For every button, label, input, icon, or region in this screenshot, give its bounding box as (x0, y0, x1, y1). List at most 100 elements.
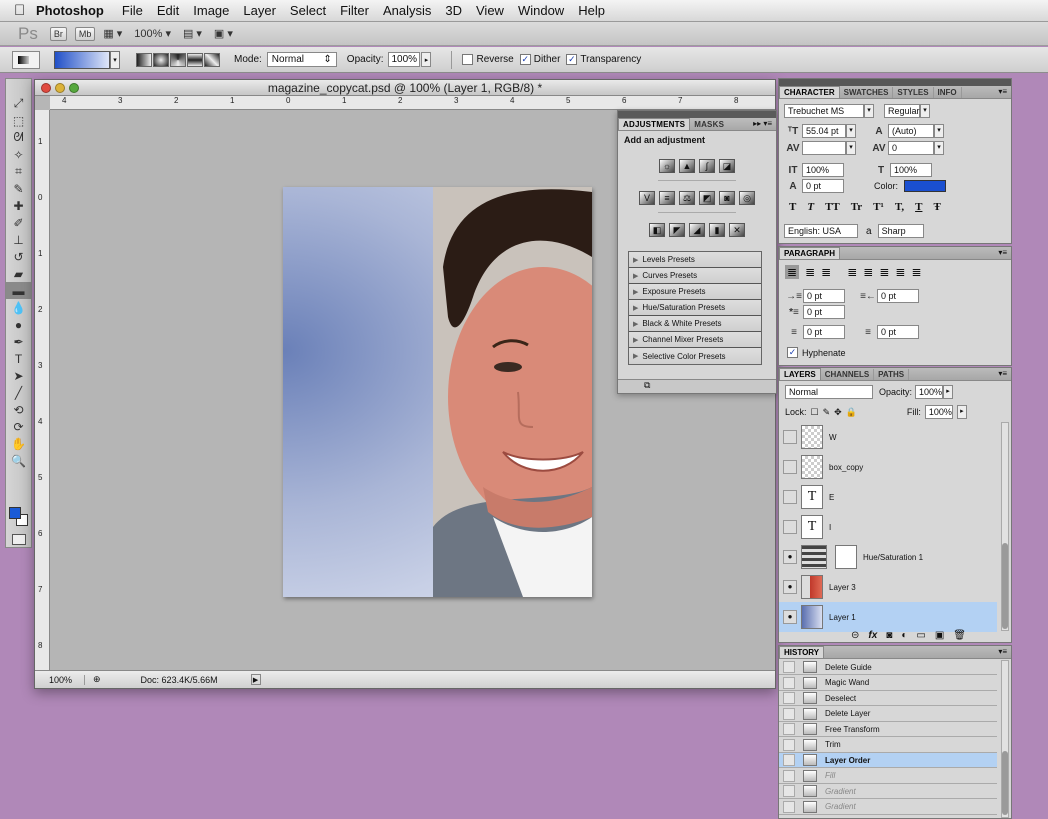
move-tool-icon[interactable]: ⤢ (6, 95, 31, 112)
fill-field[interactable]: 100% (924, 405, 953, 419)
tab-paths[interactable]: PATHS (874, 369, 910, 380)
panel-menu-icon[interactable]: ▸▸ ▾≡ (753, 119, 772, 128)
history-brush-source[interactable] (783, 676, 795, 689)
font-family-field[interactable]: Trebuchet MS (784, 104, 864, 118)
gradient-picker-dropdown[interactable]: ▾ (110, 50, 120, 69)
gradient-editor-swatch[interactable] (54, 50, 110, 69)
justify-last-right-button[interactable]: ≣ (879, 265, 889, 279)
channel-mixer-icon[interactable]: ◎ (739, 191, 755, 205)
menu-file[interactable]: File (122, 3, 143, 18)
text-color-swatch[interactable] (904, 180, 947, 192)
panel-menu-icon[interactable]: ▾≡ (998, 87, 1007, 96)
history-brush-source[interactable] (783, 800, 795, 813)
black-white-icon[interactable]: ◩ (699, 191, 715, 205)
visibility-toggle[interactable] (783, 490, 797, 504)
panel-menu-icon[interactable]: ▾≡ (998, 248, 1007, 257)
tab-character[interactable]: CHARACTER (779, 86, 840, 98)
history-brush-source[interactable] (783, 661, 795, 673)
panel-menu-icon[interactable]: ▾≡ (998, 369, 1007, 378)
tab-styles[interactable]: STYLES (893, 87, 934, 98)
font-size-dropdown[interactable]: ▾ (846, 124, 856, 138)
eraser-tool-icon[interactable]: ▰ (6, 265, 31, 282)
tracking-field[interactable]: 0 (888, 141, 934, 155)
font-size-field[interactable]: 55.04 pt (802, 124, 846, 138)
status-zoom[interactable]: 100% (49, 674, 85, 685)
history-scroll-thumb[interactable] (1002, 751, 1008, 815)
group-icon[interactable]: ▭ (916, 630, 925, 641)
align-center-button[interactable]: ≣ (805, 265, 815, 279)
history-brush-source[interactable] (783, 738, 795, 751)
indent-first-line-field[interactable]: 0 pt (803, 305, 845, 319)
history-state[interactable]: Trim (779, 738, 997, 753)
history-brush-source[interactable] (783, 769, 795, 782)
lasso-tool-icon[interactable]: ᘛ (6, 129, 31, 146)
layer-opacity-field[interactable]: 100% (915, 385, 944, 399)
levels-icon[interactable]: ▲ (679, 159, 695, 173)
justify-all-button[interactable]: ≣ (895, 265, 905, 279)
preset-black-white[interactable]: ▶ Black & White Presets (629, 316, 761, 332)
quick-selection-tool-icon[interactable]: ✧ (6, 146, 31, 163)
angle-gradient-button[interactable] (170, 52, 186, 67)
reverse-check[interactable] (462, 54, 474, 65)
space-after-field[interactable]: 0 pt (877, 325, 919, 339)
transparency-checkbox[interactable]: ✓ Transparency (566, 54, 641, 65)
radial-gradient-button[interactable] (153, 52, 169, 67)
3d-orbit-tool-icon[interactable]: ⟳ (6, 418, 31, 435)
tab-paragraph[interactable]: PARAGRAPH (779, 247, 840, 259)
eye-icon[interactable]: ● (783, 550, 797, 564)
horizontal-ruler[interactable]: 4 3 2 1 0 1 2 3 4 5 6 7 8 (50, 96, 775, 110)
leading-field[interactable]: (Auto) (888, 124, 934, 138)
language-select[interactable]: English: USA (784, 224, 858, 238)
horizontal-scale-field[interactable]: 100% (890, 163, 932, 177)
justify-last-left-button[interactable]: ≣ (847, 265, 857, 279)
fill-dropdown[interactable]: ▸ (956, 405, 967, 419)
layers-scroll-thumb[interactable] (1002, 543, 1008, 629)
type-tool-icon[interactable]: T (6, 350, 31, 367)
brush-tool-icon[interactable]: ✐ (6, 214, 31, 231)
justify-last-center-button[interactable]: ≣ (863, 265, 873, 279)
preset-hue-saturation[interactable]: ▶ Hue/Saturation Presets (629, 300, 761, 316)
faux-italic-button[interactable]: T (807, 201, 814, 213)
3d-rotate-tool-icon[interactable]: ⟲ (6, 401, 31, 418)
zoom-dropdown[interactable]: 100% ▾ (134, 27, 171, 41)
eye-icon[interactable]: ● (783, 610, 797, 624)
kerning-field[interactable] (802, 141, 846, 155)
layer-opacity-dropdown[interactable]: ▸ (943, 385, 954, 399)
vertical-scale-field[interactable]: 100% (802, 163, 844, 177)
layers-scrollbar[interactable] (1001, 422, 1009, 631)
apple-menu-icon[interactable]:  (14, 2, 36, 19)
layer-row[interactable]: W (779, 422, 997, 453)
tab-adjustments[interactable]: ADJUSTMENTS (618, 118, 691, 130)
history-state[interactable]: Delete Guide (779, 660, 997, 675)
indent-right-field[interactable]: 0 pt (877, 289, 919, 303)
blur-tool-icon[interactable]: 💧 (6, 299, 31, 316)
history-scrollbar[interactable] (1001, 660, 1009, 818)
dither-checkbox[interactable]: ✓ Dither (519, 54, 560, 65)
history-brush-tool-icon[interactable]: ↺ (6, 248, 31, 265)
transparency-check[interactable]: ✓ (566, 54, 578, 65)
fx-icon[interactable]: fx (868, 630, 877, 641)
menu-select[interactable]: Select (290, 3, 326, 18)
document-canvas[interactable] (283, 187, 592, 597)
font-style-dropdown[interactable]: ▾ (920, 104, 930, 118)
history-brush-source[interactable] (783, 723, 795, 735)
foreground-color-swatch[interactable] (9, 507, 21, 519)
line-tool-icon[interactable]: ╱ (6, 384, 31, 401)
path-selection-tool-icon[interactable]: ➤ (6, 367, 31, 384)
menu-analysis[interactable]: Analysis (383, 3, 431, 18)
vertical-ruler[interactable]: 1 0 1 2 3 4 5 6 7 8 (35, 110, 50, 670)
history-brush-source[interactable] (783, 707, 795, 720)
quick-mask-button[interactable] (12, 534, 26, 545)
panel-grip[interactable] (779, 79, 1011, 86)
layer-row[interactable]: ● Layer 1 (779, 602, 997, 632)
pen-tool-icon[interactable]: ✒ (6, 333, 31, 350)
history-brush-source[interactable] (783, 785, 795, 797)
panel-menu-icon[interactable]: ▾≡ (998, 647, 1007, 656)
history-state[interactable]: Layer Order (779, 753, 997, 768)
menu-filter[interactable]: Filter (340, 3, 369, 18)
history-state[interactable]: Fill (779, 769, 997, 784)
reflected-gradient-button[interactable] (187, 52, 203, 67)
status-preview-icon[interactable]: ⊕ (93, 674, 101, 685)
layer-row[interactable]: ● Hue/Saturation 1 (779, 542, 997, 573)
superscript-button[interactable]: T¹ (873, 201, 884, 213)
